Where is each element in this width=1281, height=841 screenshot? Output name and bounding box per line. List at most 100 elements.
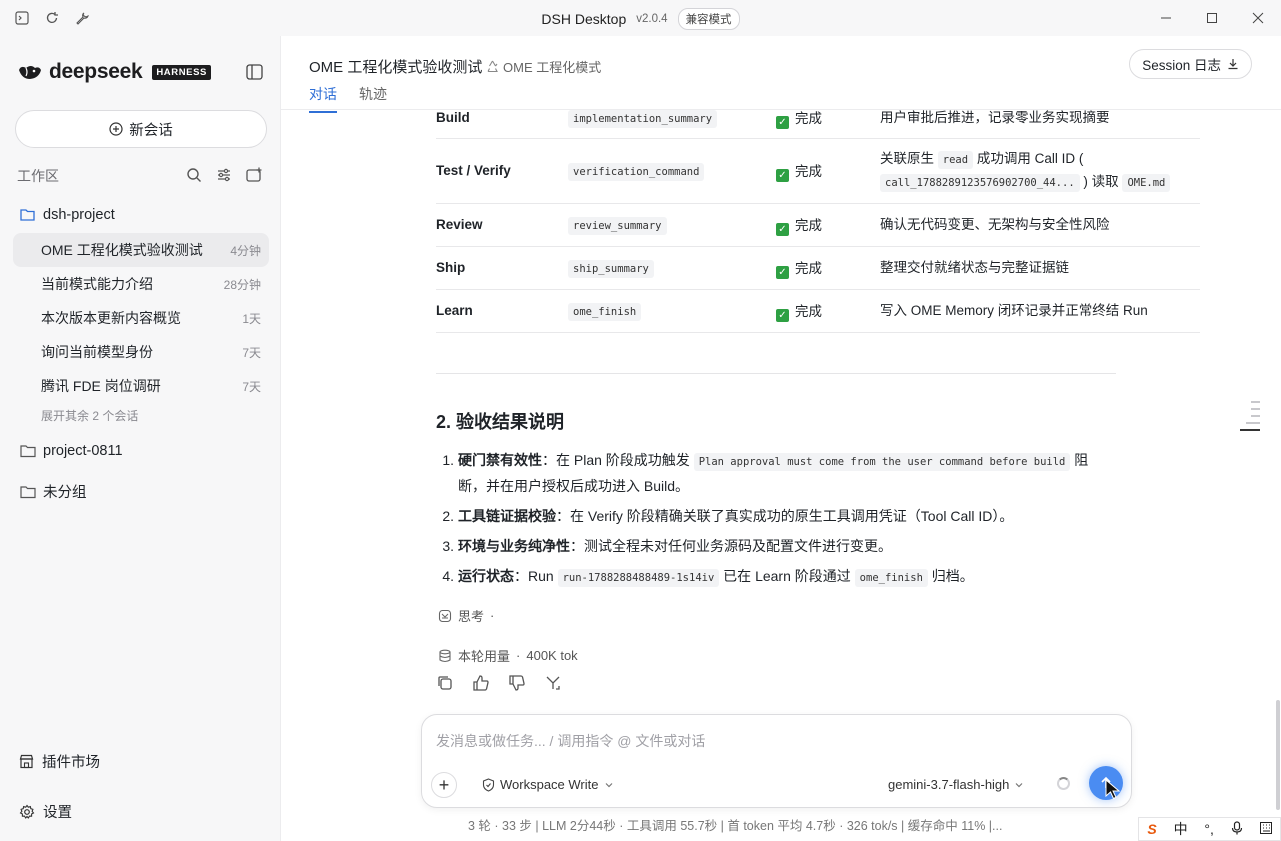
status-cell: ✓ 完成 [776,246,880,290]
folder-icon [20,485,36,498]
project-dsh-project[interactable]: dsh-project [20,207,115,223]
list-item: 3. 环境与业务纯净性：测试全程未对任何业务源码及配置文件进行变更。 [436,534,1116,558]
plus-circle-icon [109,122,123,136]
outline-minimap[interactable] [1240,401,1260,431]
message-actions [436,674,562,695]
inline-code: ome_finish [854,569,928,587]
conversation-item[interactable]: 当前模式能力介绍 28分钟 [13,267,269,301]
thumbs-down-icon[interactable] [508,674,526,695]
scrollbar-thumb[interactable] [1276,700,1280,810]
note-text: 关联原生 [880,150,934,166]
settings-label: 设置 [43,805,72,821]
minimize-button[interactable] [1143,8,1189,28]
chat-content: Build implementation_summary ✓ 完成 用户审批后推进… [281,110,1281,710]
title-bar: DSH Desktop v2.0.4 兼容模式 [0,0,1281,36]
folder-open-icon [20,209,35,221]
settings-button[interactable]: 设置 [19,801,72,822]
sidebar-toggle-icon[interactable] [246,64,263,83]
tab-conversation[interactable]: 对话 [309,84,337,113]
shield-icon [482,777,495,792]
conversation-title: 当前模式能力介绍 [41,276,153,292]
item-text: ：在 Plan 阶段成功触发 [542,452,694,468]
list-item: 4. 运行状态：Run run-1788288488489-1s14iv 已在 … [436,564,1116,590]
chevron-down-icon [605,782,612,787]
main-header: OME 工程化模式验收测试 OME 工程化模式 Session 日志 对话 轨迹 [281,36,1281,113]
microphone-icon[interactable] [1231,820,1243,838]
maximize-button[interactable] [1189,8,1235,28]
tab-trajectory[interactable]: 轨迹 [359,84,387,113]
new-chat-label: 新会话 [129,122,173,139]
conversation-item[interactable]: 询问当前模型身份 7天 [13,335,269,369]
search-icon[interactable] [186,167,202,186]
status-label: 完成 [795,163,822,179]
conversation-item[interactable]: OME 工程化模式验收测试 4分钟 [13,233,269,267]
thumbs-up-icon[interactable] [472,674,490,695]
table-row: Build implementation_summary ✓ 完成 用户审批后推进… [436,110,1200,139]
composer: + Workspace Write gemini-3.7-flash-high [421,714,1132,808]
app-title: DSH Desktop [541,11,627,27]
branch-icon[interactable] [544,674,562,695]
list-number: 2. [442,508,454,524]
divider [436,373,1116,374]
list-item: 1. 硬门禁有效性：在 Plan 阶段成功触发 Plan approval mu… [436,448,1116,498]
result-list: 1. 硬门禁有效性：在 Plan 阶段成功触发 Plan approval mu… [436,448,1116,596]
workspace-title: 工作区 [17,168,59,184]
section-title: 2. 验收结果说明 [436,412,565,432]
project-ungrouped[interactable]: 未分组 [20,481,87,502]
conversation-time: 4分钟 [230,243,261,258]
stats-bar: 3 轮 · 33 步 | LLM 2分44秒 · 工具调用 55.7秒 | 首 … [468,819,1003,833]
ime-punctuation[interactable]: °, [1204,821,1214,837]
conversation-item[interactable]: 腾讯 FDE 岗位调研 7天 [13,369,269,403]
tab-bar: 对话 轨迹 [309,84,387,113]
keyboard-icon[interactable] [1259,821,1272,837]
list-item: 2. 工具链证据校验：在 Verify 阶段精确关联了真实成功的原生工具调用凭证… [436,504,1116,528]
think-toggle[interactable]: 思考 · [438,606,494,625]
artifact-code: ship_summary [568,260,654,278]
ime-language[interactable]: 中 [1174,819,1188,839]
permission-select[interactable]: Workspace Write [482,777,614,792]
item-heading: 工具链证据校验 [458,508,556,524]
project-0811[interactable]: project-0811 [20,443,123,459]
close-button[interactable] [1235,8,1281,28]
recycle-icon [487,60,498,73]
status-label: 完成 [795,110,822,126]
whale-logo-icon [19,66,41,79]
note-cell: 整理交付就绪状态与完整证据链 [880,246,1200,290]
item-text: ：测试全程未对任何业务源码及配置文件进行变更。 [570,538,892,554]
list-number: 1. [442,452,454,468]
workspace-header: 工作区 [17,166,267,186]
compat-mode-badge: 兼容模式 [677,8,740,30]
expand-more-link[interactable]: 展开其余 2 个会话 [13,403,269,424]
usage-info: 本轮用量 · 400K tok [438,646,578,665]
conversation-time: 1天 [242,311,261,326]
copy-icon[interactable] [436,674,454,695]
new-folder-icon[interactable] [246,167,263,186]
attach-button[interactable]: + [431,772,457,798]
ime-logo[interactable]: S [1147,821,1156,837]
stage-name: Review [436,203,568,247]
table-row: Test / Verify verification_command ✓ 完成 关… [436,138,1200,204]
session-log-button[interactable]: Session 日志 [1129,49,1252,79]
project-name: 未分组 [43,485,87,501]
conversation-time: 7天 [242,345,261,360]
item-text: ：在 Verify 阶段精确关联了真实成功的原生工具调用凭证（Tool Call… [556,508,1014,524]
gear-icon [19,804,35,819]
note-code: call_1788289123576902700_44... [880,173,1080,192]
check-icon: ✓ [776,168,789,182]
plugin-market-button[interactable]: 插件市场 [19,751,100,772]
check-icon: ✓ [776,265,789,279]
message-input[interactable] [436,733,1036,749]
conversation-item[interactable]: 本次版本更新内容概览 1天 [13,301,269,335]
session-log-label: Session 日志 [1142,58,1221,73]
filter-sliders-icon[interactable] [216,167,232,186]
status-cell: ✓ 完成 [776,110,880,139]
list-number: 4. [442,568,454,584]
model-select[interactable]: gemini-3.7-flash-high [888,777,1024,792]
inline-code: Plan approval must come from the user co… [693,453,1071,471]
new-chat-button[interactable]: 新会话 [15,110,267,148]
item-heading: 运行状态 [458,568,514,584]
item-heading: 环境与业务纯净性 [458,538,570,554]
list-number: 3. [442,538,454,554]
item-heading: 硬门禁有效性 [458,452,542,468]
stage-name: Build [436,110,568,139]
